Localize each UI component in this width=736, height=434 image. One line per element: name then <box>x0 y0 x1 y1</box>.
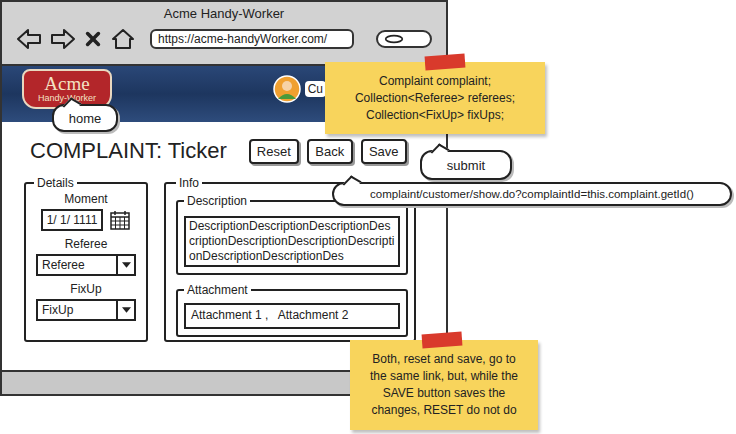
user-avatar-icon <box>273 75 301 103</box>
attachment-legend: Attachment <box>184 283 251 297</box>
select-input[interactable]: Referee <box>36 254 136 276</box>
user-menu[interactable]: Cu <box>273 75 326 103</box>
user-name: Cu <box>305 81 326 97</box>
close-x-icon[interactable] <box>84 30 102 48</box>
callout-text: complaint/customer/show.do?complaintId=t… <box>370 188 694 200</box>
info-legend: Info <box>176 176 202 190</box>
form-field: FixUp FixUp <box>34 282 138 321</box>
note-line: Collection<FixUp> fixUps; <box>366 107 504 124</box>
annotation-callout: complaint/customer/show.do?complaintId=t… <box>332 182 732 206</box>
attachment-group: Attachment Attachment 1 , Attachment 2 <box>176 283 408 337</box>
note-line: Collection<Referee> referees; <box>355 90 515 107</box>
action-button[interactable]: Reset <box>249 139 299 164</box>
select-value: Referee <box>38 258 85 272</box>
browser-chrome: Acme Handy-Worker https://acme-handyWorke… <box>2 2 446 66</box>
logo-title: Acme <box>44 74 89 93</box>
details-panel: Details Moment 1/ 1/ 1111 Referee Referee Fix… <box>24 176 148 342</box>
address-field[interactable]: https://acme-handyWorker.com/ <box>150 29 354 49</box>
dropdown-arrow-icon <box>122 307 131 313</box>
mockup-canvas: Acme Handy-Worker https://acme-handyWorke… <box>0 0 736 434</box>
field-label: Moment <box>64 192 107 206</box>
note-line: changes, RESET do not do <box>371 402 516 419</box>
callout-text: home <box>69 111 102 126</box>
annotation-callout: home <box>52 104 118 132</box>
details-legend: Details <box>34 176 77 190</box>
note-line: the same link, but, while the <box>370 368 518 385</box>
description-legend: Description <box>184 194 250 208</box>
date-input[interactable]: 1/ 1/ 1111 <box>41 209 104 231</box>
action-button[interactable]: Save <box>361 139 407 164</box>
callout-text: submit <box>447 158 485 173</box>
attachment-field[interactable]: Attachment 1 , Attachment 2 <box>184 303 400 329</box>
date-row: 1/ 1/ 1111 <box>41 209 132 231</box>
description-text[interactable]: DescriptionDescriptionDescriptionDescrip… <box>184 216 400 267</box>
description-group: DescriptionDescriptionDescriptionDescrip… <box>176 194 408 275</box>
nav-bar: https://acme-handyWorker.com/ <box>2 26 446 50</box>
select-input[interactable]: FixUp <box>36 299 136 321</box>
select-arrow <box>116 256 134 274</box>
home-icon[interactable] <box>110 28 136 50</box>
sticky-note: Complaint complaint;Collection<Referee> … <box>325 62 545 134</box>
sticky-note: Both, reset and save, go tothe same link… <box>350 340 538 430</box>
note-line: SAVE button saves the <box>383 385 506 402</box>
note-line: Complaint complaint; <box>379 73 491 90</box>
form-field: Referee Referee <box>34 237 138 276</box>
dropdown-arrow-icon <box>122 262 131 268</box>
tape-mark <box>422 332 463 349</box>
search-icon <box>384 34 404 44</box>
title-row: COMPLAINT: Ticker Reset Back Save <box>24 136 446 166</box>
form-field: Moment 1/ 1/ 1111 <box>34 192 138 231</box>
calendar-icon[interactable] <box>109 209 131 231</box>
select-arrow <box>116 301 134 319</box>
search-field[interactable] <box>376 30 432 48</box>
content-area: COMPLAINT: Ticker Reset Back Save Details Mom… <box>2 122 446 370</box>
button-group: Reset Back Save <box>249 139 407 164</box>
field-label: FixUp <box>70 282 101 296</box>
annotation-callout: submit <box>420 150 512 180</box>
select-value: FixUp <box>38 303 73 317</box>
note-line: Both, reset and save, go to <box>372 351 515 368</box>
window-title: Acme Handy-Worker <box>2 2 446 26</box>
tape-mark <box>425 54 466 71</box>
forward-arrow-icon[interactable] <box>50 28 76 50</box>
page-title: COMPLAINT: Ticker <box>30 138 227 164</box>
back-arrow-icon[interactable] <box>16 28 42 50</box>
field-label: Referee <box>65 237 108 251</box>
action-button[interactable]: Back <box>307 139 353 164</box>
